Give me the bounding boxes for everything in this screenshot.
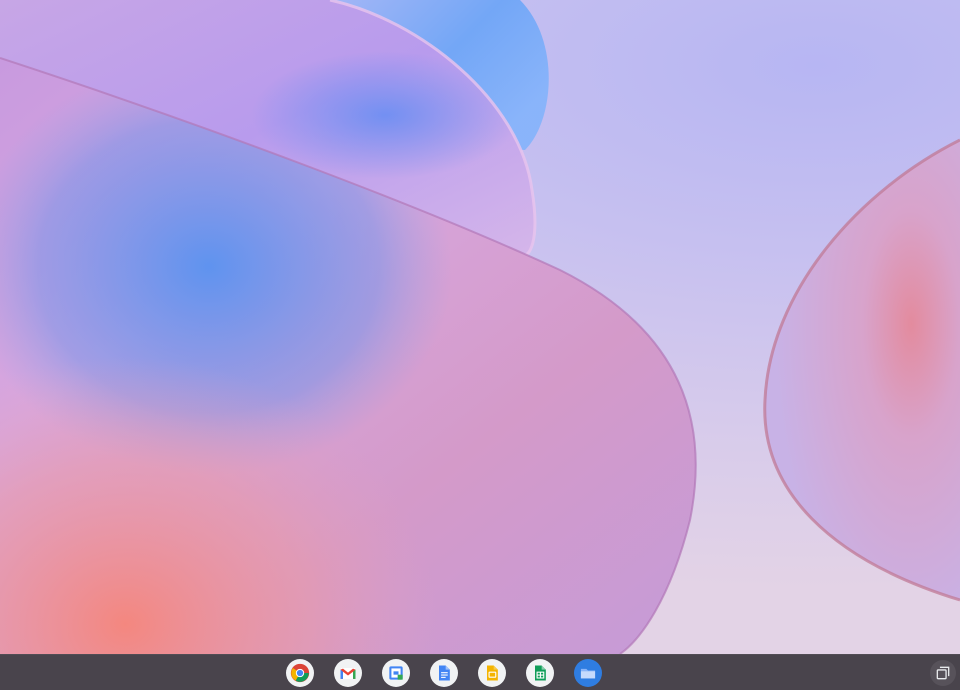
window-overview-icon[interactable] [930, 660, 956, 686]
gmail-icon[interactable] [334, 659, 362, 687]
shelf [0, 654, 960, 690]
sheets-icon[interactable] [526, 659, 554, 687]
files-icon[interactable] [574, 659, 602, 687]
calendar-icon[interactable] [382, 659, 410, 687]
pinned-apps [286, 659, 602, 687]
desktop-wallpaper [0, 0, 960, 654]
slides-icon[interactable] [478, 659, 506, 687]
chrome-icon[interactable] [286, 659, 314, 687]
wallpaper-art [0, 0, 960, 654]
docs-icon[interactable] [430, 659, 458, 687]
